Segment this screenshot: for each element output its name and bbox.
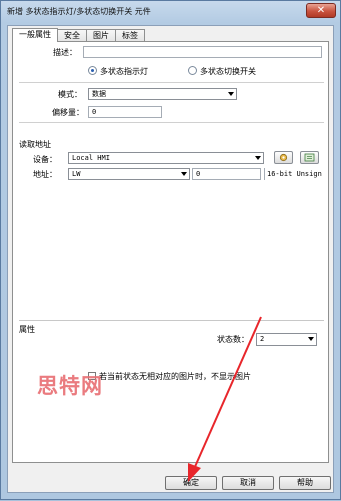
hide-picture-checkbox-label: 若当前状态无相对应的图片时，不显示图片 xyxy=(99,372,251,381)
gear-icon xyxy=(279,153,288,162)
ok-button[interactable]: 确定 xyxy=(165,476,217,490)
address-book-icon xyxy=(304,153,315,162)
chevron-down-icon xyxy=(308,337,314,341)
mode-select[interactable]: 数据 xyxy=(88,88,237,100)
device-select-value: Local HMI xyxy=(72,154,110,162)
chevron-down-icon xyxy=(255,156,261,160)
tab-strip: 一般属性 安全 图片 标签 xyxy=(12,28,145,42)
cancel-button[interactable]: 取消 xyxy=(222,476,274,490)
address-type-value: LW xyxy=(72,170,81,178)
address-label: 地址： xyxy=(33,170,57,179)
divider xyxy=(19,320,324,321)
state-count-label: 状态数： xyxy=(217,335,249,344)
address-type-select[interactable]: LW xyxy=(68,168,190,180)
offset-label: 偏移量： xyxy=(52,108,84,117)
properties-group-label: 属性 xyxy=(19,325,35,334)
close-icon: ✕ xyxy=(316,5,326,16)
radio-multi-state-indicator[interactable] xyxy=(88,66,97,75)
state-count-select[interactable]: 2 xyxy=(256,333,317,346)
data-format-label: 16-bit Unsign xyxy=(264,168,322,180)
radio-multi-state-switch[interactable] xyxy=(188,66,197,75)
radio-multi-state-indicator-label: 多状态指示灯 xyxy=(100,67,148,76)
dialog-window: 新增 多状态指示灯/多状态切换开关 元件 ✕ 一般属性 安全 图片 标签 描述：… xyxy=(0,0,341,500)
close-button[interactable]: ✕ xyxy=(306,3,336,18)
help-button[interactable]: 帮助 xyxy=(279,476,331,490)
divider xyxy=(19,82,324,83)
watermark-logo: 思特网 xyxy=(37,373,103,398)
window-title: 新增 多状态指示灯/多状态切换开关 元件 xyxy=(7,6,151,16)
read-address-group-label: 读取地址 xyxy=(19,140,51,149)
address-book-button[interactable] xyxy=(300,151,319,164)
title-bar[interactable]: 新增 多状态指示灯/多状态切换开关 元件 ✕ xyxy=(1,1,340,21)
device-settings-button[interactable] xyxy=(274,151,293,164)
description-input[interactable] xyxy=(83,46,322,58)
description-label: 描述： xyxy=(53,48,77,57)
chevron-down-icon xyxy=(181,172,187,176)
mode-label: 模式： xyxy=(58,90,82,99)
divider xyxy=(19,122,324,123)
radio-multi-state-switch-label: 多状态切换开关 xyxy=(200,67,256,76)
mode-select-value: 数据 xyxy=(92,90,106,98)
address-value-input[interactable]: 0 xyxy=(192,168,261,180)
device-select[interactable]: Local HMI xyxy=(68,152,264,164)
offset-input[interactable]: 0 xyxy=(88,106,162,118)
state-count-value: 2 xyxy=(260,335,265,343)
device-label: 设备： xyxy=(33,155,57,164)
chevron-down-icon xyxy=(228,92,234,96)
dialog-client-area: 一般属性 安全 图片 标签 描述： 多状态指示灯 多状态切换开关 模式： 数据 … xyxy=(7,25,334,493)
tab-general[interactable]: 一般属性 xyxy=(12,28,58,42)
